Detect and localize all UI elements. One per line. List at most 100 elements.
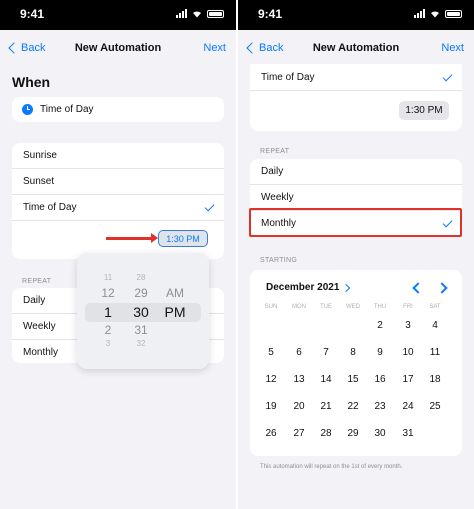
option-label: Sunrise [23, 150, 57, 161]
repeat-label: Weekly [23, 321, 56, 332]
next-month-icon[interactable] [436, 282, 448, 294]
time-of-day-row[interactable]: Time of Day [250, 64, 462, 91]
status-bar: 9:41 [0, 0, 236, 30]
month-selector[interactable]: December 2021 [266, 282, 351, 293]
status-icons [176, 9, 224, 18]
nav-bar: Back New Automation Next [238, 36, 474, 62]
weekday-label: SAT [429, 304, 441, 310]
starting-header: STARTING [260, 257, 298, 264]
weekday-label: FRI [403, 304, 413, 310]
calendar-day[interactable]: 29 [340, 423, 366, 445]
nav-title: New Automation [312, 42, 400, 54]
option-time-of-day[interactable]: Time of Day [12, 195, 224, 221]
left-screen: 9:41 Back New Automation Next When Time … [0, 0, 236, 509]
calendar-day[interactable]: 21 [313, 396, 339, 418]
calendar-day[interactable]: 5 [258, 342, 284, 364]
battery-icon [207, 9, 224, 18]
signal-icon [176, 9, 187, 18]
repeat-label: Daily [23, 295, 46, 306]
calendar-day[interactable]: 28 [313, 423, 339, 445]
option-sunrise[interactable]: Sunrise [12, 143, 224, 169]
calendar-day[interactable]: 14 [313, 369, 339, 391]
minute-value: 31 [134, 323, 148, 337]
chevron-right-icon [342, 283, 351, 292]
calendar-day[interactable]: 13 [286, 369, 312, 391]
calendar-day[interactable]: 26 [258, 423, 284, 445]
period-value: AM [166, 286, 184, 300]
repeat-label: Daily [261, 166, 284, 177]
trigger-label: Time of Day [40, 104, 94, 115]
minute-wheel[interactable]: 28 29 30 31 32 [123, 253, 159, 369]
red-arrow-annotation [106, 233, 158, 243]
calendar-day[interactable]: 22 [340, 396, 366, 418]
repeat-label: Weekly [261, 192, 294, 203]
calendar-day[interactable]: 11 [422, 342, 448, 364]
time-row-label: Time of Day [261, 72, 315, 83]
calendar-day[interactable]: 18 [422, 369, 448, 391]
prev-month-icon[interactable] [412, 282, 424, 294]
calendar: December 2021 SUN MON TUE WED THU FRI SAT 1234… [250, 270, 462, 456]
calendar-day[interactable]: 6 [286, 342, 312, 364]
calendar-day[interactable]: 3 [395, 315, 421, 337]
monthly-highlight-annotation [249, 208, 462, 237]
option-label: Sunset [23, 176, 55, 187]
repeat-header: REPEAT [22, 278, 52, 285]
option-label: Time of Day [23, 202, 77, 213]
calendar-day[interactable]: 16 [367, 369, 393, 391]
calendar-day[interactable]: 30 [367, 423, 393, 445]
when-heading: When [12, 74, 51, 90]
wifi-icon [193, 11, 201, 18]
period-value-selected: PM [164, 304, 186, 320]
calendar-day[interactable]: 2 [367, 315, 393, 337]
repeat-daily[interactable]: Daily [250, 159, 462, 185]
signal-icon [414, 9, 425, 18]
right-screen: 9:41 Back New Automation Next Time of Da… [238, 0, 474, 509]
checkmark-icon [442, 71, 453, 82]
calendar-day[interactable]: 17 [395, 369, 421, 391]
calendar-day[interactable]: 10 [395, 342, 421, 364]
time-pill[interactable]: 1:30 PM [399, 101, 449, 120]
time-button[interactable]: 1:30 PM [158, 230, 208, 247]
trigger-card[interactable]: Time of Day [12, 97, 224, 122]
weekday-label: WED [346, 304, 360, 310]
period-wheel[interactable]: AM PM [159, 253, 191, 369]
calendar-day-selected[interactable]: 1 [340, 314, 366, 339]
repeat-header: REPEAT [260, 148, 290, 155]
battery-icon [445, 9, 462, 18]
calendar-day[interactable]: 27 [286, 423, 312, 445]
weekday-label: SUN [264, 304, 278, 310]
time-picker[interactable]: 11 12 1 2 3 28 29 30 31 32 AM PM [77, 253, 209, 369]
status-bar: 9:41 [238, 0, 474, 30]
minute-value: 29 [134, 286, 148, 300]
calendar-day[interactable]: 25 [422, 396, 448, 418]
status-time: 9:41 [20, 7, 45, 21]
weekday-label: THU [373, 304, 387, 310]
calendar-day[interactable]: 19 [258, 396, 284, 418]
calendar-day[interactable]: 4 [422, 315, 448, 337]
wifi-icon [431, 11, 439, 18]
calendar-day[interactable]: 24 [395, 396, 421, 418]
next-button[interactable]: Next [203, 42, 226, 54]
calendar-day[interactable]: 15 [340, 369, 366, 391]
calendar-day[interactable]: 8 [340, 342, 366, 364]
minute-value: 32 [136, 339, 146, 348]
calendar-day[interactable]: 23 [367, 396, 393, 418]
nav-bar: Back New Automation Next [0, 36, 236, 62]
trigger-row[interactable]: Time of Day [12, 97, 224, 122]
minute-value-selected: 30 [133, 304, 149, 320]
calendar-day[interactable]: 7 [313, 342, 339, 364]
weekday-label: TUE [320, 304, 332, 310]
calendar-day[interactable]: 20 [286, 396, 312, 418]
month-label: December 2021 [266, 282, 340, 293]
minute-value: 28 [136, 273, 146, 282]
status-icons [414, 9, 462, 18]
next-button[interactable]: Next [441, 42, 464, 54]
calendar-day[interactable]: 31 [395, 423, 421, 445]
calendar-day[interactable]: 9 [367, 342, 393, 364]
status-time: 9:41 [258, 7, 283, 21]
calendar-day[interactable]: 12 [258, 369, 284, 391]
option-sunset[interactable]: Sunset [12, 169, 224, 195]
checkmark-icon [204, 201, 215, 212]
nav-title: New Automation [74, 42, 162, 54]
repeat-label: Monthly [23, 347, 59, 358]
